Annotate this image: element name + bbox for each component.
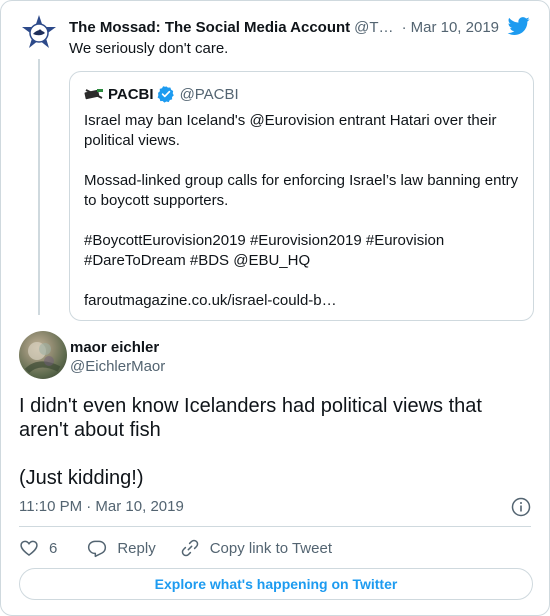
like-button[interactable]: 6 — [19, 538, 57, 558]
quoted-tweet-body: Israel may ban Iceland's @Eurovision ent… — [84, 111, 519, 311]
copy-link-label: Copy link to Tweet — [209, 539, 332, 557]
tweet-actions: 6 Reply Copy link to Tweet — [19, 537, 356, 559]
parent-tweet-date[interactable]: Mar 10, 2019 — [411, 19, 499, 36]
reply-icon — [88, 540, 107, 558]
like-count: 6 — [49, 539, 58, 557]
thread-connector-line — [38, 59, 40, 315]
quoted-tweet-hashtags[interactable]: #BoycottEurovision2019 #Eurovision2019 #… — [84, 231, 519, 271]
heart-icon — [20, 540, 38, 557]
reply-author-handle[interactable]: @EichlerMaor — [70, 357, 165, 377]
explore-twitter-button[interactable]: Explore what's happening on Twitter — [19, 568, 533, 600]
reply-author-name[interactable]: maor eichler — [70, 338, 159, 358]
twitter-bird-icon[interactable] — [507, 15, 531, 37]
reply-paragraph: I didn't even know Icelanders had politi… — [19, 395, 482, 441]
verified-badge-icon — [157, 86, 174, 103]
pacbi-logo-icon — [84, 89, 103, 100]
reply-tweet-text: I didn't even know Icelanders had politi… — [19, 394, 519, 514]
quoted-author-handle[interactable]: @PACBI — [180, 86, 239, 103]
reply-author-avatar[interactable] — [19, 331, 67, 379]
reply-button[interactable]: Reply — [87, 538, 156, 558]
reply-label: Reply — [117, 539, 156, 557]
parent-tweet-text: We seriously don't care. — [69, 40, 229, 57]
quoted-tweet-header: PACBI @PACBI — [84, 84, 519, 104]
parent-author-handle[interactable]: @TheMossad — [354, 19, 393, 36]
quoted-author-name[interactable]: PACBI — [108, 86, 154, 103]
reply-paragraph: (Just kidding!) — [19, 467, 144, 489]
mossad-avatar[interactable] — [19, 13, 59, 53]
quoted-tweet-paragraph: Mossad-linked group calls for enforcing … — [84, 172, 519, 209]
quoted-tweet-paragraph: Israel may ban Iceland's @Eurovision ent… — [84, 112, 497, 149]
quoted-tweet-link[interactable]: faroutmagazine.co.uk/israel-could-b… — [84, 291, 519, 311]
avatar-image — [24, 342, 61, 374]
divider — [19, 526, 531, 527]
info-icon[interactable] — [511, 497, 531, 517]
embedded-tweet-card: The Mossad: The Social Media Account @Th… — [0, 0, 550, 616]
header-separator: · — [401, 18, 407, 36]
copy-link-button[interactable]: Copy link to Tweet — [180, 538, 332, 558]
reply-timestamp[interactable]: 11:10 PM · Mar 10, 2019 — [19, 497, 184, 517]
quoted-tweet[interactable]: PACBI @PACBI Israel may ban Iceland's @E… — [69, 71, 534, 321]
parent-author-name[interactable]: The Mossad: The Social Media Account — [69, 19, 350, 36]
parent-tweet-header: The Mossad: The Social Media Account @Th… — [69, 16, 499, 38]
mossad-emblem-icon — [22, 15, 56, 48]
link-icon — [181, 539, 198, 557]
